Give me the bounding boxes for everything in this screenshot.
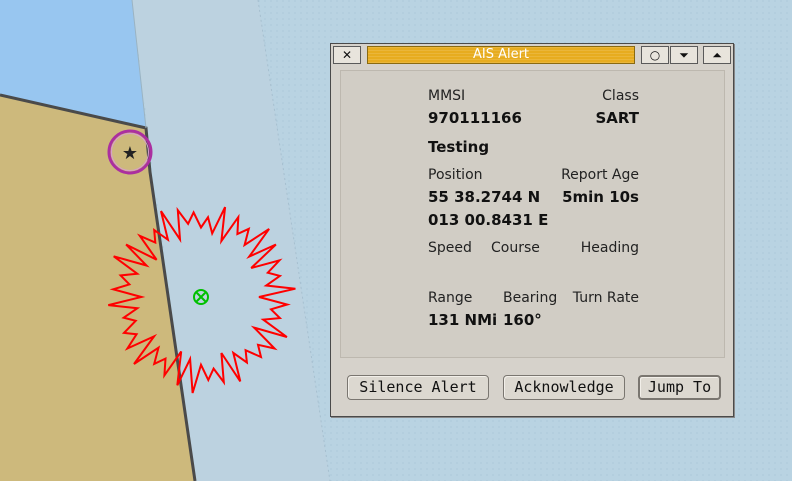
heading-label: Heading (580, 240, 639, 256)
close-icon[interactable]: ✕ (333, 46, 361, 64)
longitude-value: 013 00.8431 E (428, 211, 549, 229)
maximize-icon[interactable]: ⏶ (703, 46, 731, 64)
silence-alert-button[interactable]: Silence Alert (347, 375, 489, 400)
star-icon: ★ (122, 143, 138, 164)
dialog-title[interactable]: AIS Alert (367, 46, 635, 64)
bearing-label: Bearing (503, 290, 558, 306)
mmsi-value: 970111166 (428, 109, 522, 127)
jump-to-button[interactable]: Jump To (638, 375, 721, 400)
report-age-label: Report Age (561, 167, 639, 183)
sticky-icon[interactable]: ○ (641, 46, 669, 64)
turn-rate-label: Turn Rate (572, 290, 639, 306)
course-label: Course (491, 240, 540, 256)
mmsi-label: MMSI (428, 88, 466, 104)
range-label: Range (428, 290, 473, 306)
ais-alert-dialog[interactable]: ✕ AIS Alert ○ ⏷ ⏶ MMSI Class 970111166 S… (330, 43, 734, 417)
report-age-value: 5min 10s (562, 188, 639, 206)
speed-label: Speed (428, 240, 472, 256)
title-bar[interactable]: ✕ AIS Alert ○ ⏷ ⏶ (333, 46, 731, 65)
class-label: Class (602, 88, 639, 104)
latitude-value: 55 38.2744 N (428, 188, 541, 206)
target-name: Testing (428, 138, 490, 156)
range-value: 131 NMi (428, 311, 498, 329)
bearing-value: 160° (503, 311, 542, 329)
shade-icon[interactable]: ⏷ (670, 46, 698, 64)
position-label: Position (428, 167, 483, 183)
alert-info-panel: MMSI Class 970111166 SART Testing Positi… (340, 70, 725, 358)
class-value: SART (595, 109, 639, 127)
acknowledge-button[interactable]: Acknowledge (503, 375, 625, 400)
